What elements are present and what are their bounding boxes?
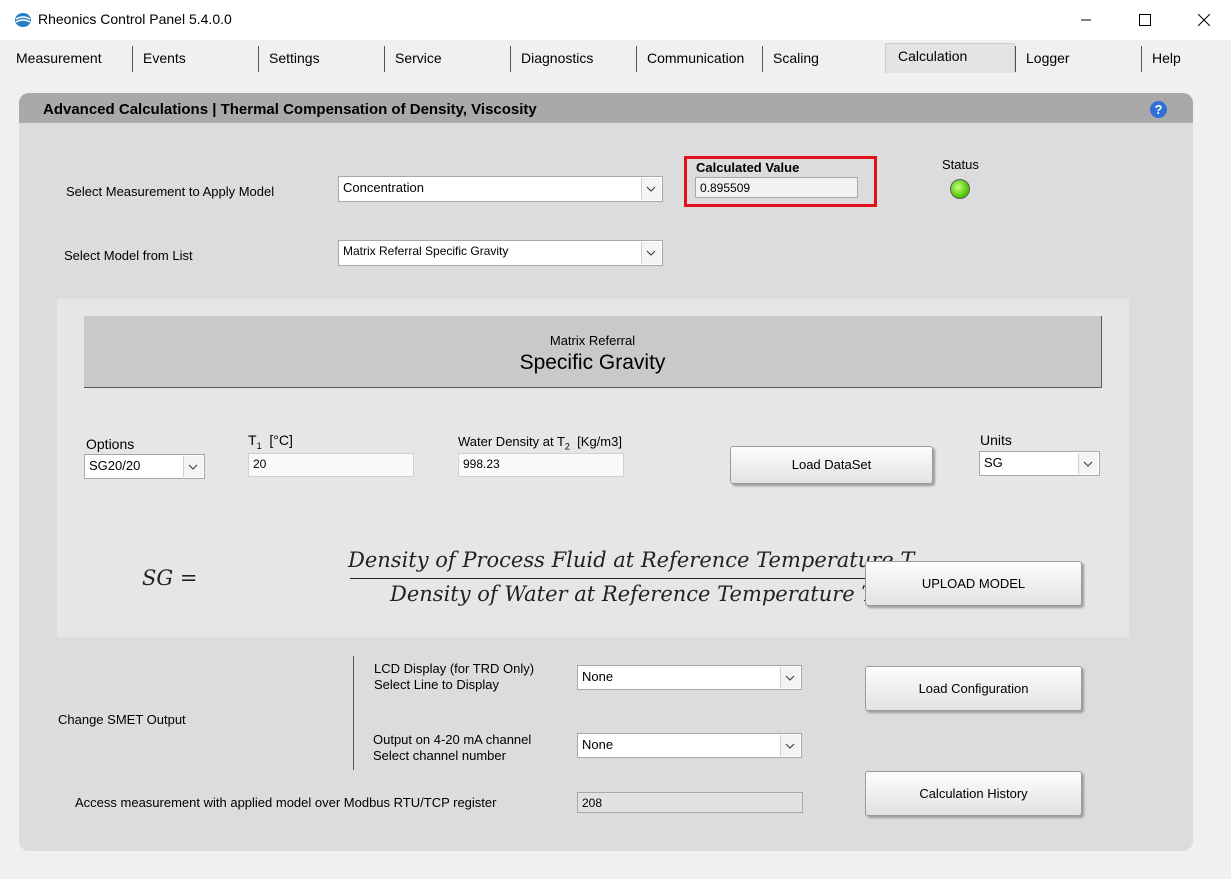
window-title: Rheonics Control Panel 5.4.0.0	[38, 11, 232, 27]
chevron-down-icon[interactable]	[641, 242, 661, 264]
measurement-value: Concentration	[343, 180, 424, 195]
help-icon[interactable]: ?	[1150, 101, 1167, 118]
measurement-label: Select Measurement to Apply Model	[66, 184, 275, 199]
tab-scaling[interactable]: Scaling	[762, 46, 882, 72]
model-value: Matrix Referral Specific Gravity	[343, 244, 509, 258]
maximize-icon	[1139, 14, 1151, 26]
smet-output-label: Change SMET Output	[58, 712, 186, 727]
chevron-down-icon[interactable]	[1078, 453, 1098, 474]
tab-measurement[interactable]: Measurement	[6, 46, 128, 72]
calculation-history-button[interactable]: Calculation History	[865, 771, 1082, 816]
formula-lhs: SG =	[142, 566, 198, 590]
panel-title: Advanced Calculations | Thermal Compensa…	[43, 101, 537, 118]
tab-communication[interactable]: Communication	[636, 46, 758, 72]
title-bar: Rheonics Control Panel 5.4.0.0	[0, 0, 1231, 40]
fraction-bar	[350, 578, 924, 579]
modbus-register-label: Access measurement with applied model ov…	[75, 795, 497, 810]
t1-input[interactable]: 20	[248, 453, 414, 477]
highlight-box	[684, 156, 877, 207]
banner-title: Specific Gravity	[519, 351, 666, 374]
units-label: Units	[980, 432, 1012, 448]
formula-denominator: Density of Water at Reference Temperatur…	[390, 582, 884, 610]
tab-service[interactable]: Service	[384, 46, 506, 72]
output-channel-label: Output on 4-20 mA channel Select channel …	[373, 732, 532, 763]
units-value: SG	[984, 455, 1003, 470]
minimize-button[interactable]	[1063, 0, 1109, 40]
panel-header: Advanced Calculations | Thermal Compensa…	[19, 93, 1193, 123]
tab-calculation[interactable]: Calculation	[885, 43, 1015, 73]
output-channel-select[interactable]: None	[577, 733, 802, 758]
maximize-button[interactable]	[1122, 0, 1168, 40]
model-label: Select Model from List	[64, 248, 193, 263]
tab-help[interactable]: Help	[1141, 46, 1227, 72]
tab-settings[interactable]: Settings	[258, 46, 380, 72]
status-label: Status	[942, 157, 979, 172]
water-density-input[interactable]: 998.23	[458, 453, 624, 477]
model-banner: Matrix Referral Specific Gravity	[84, 316, 1102, 388]
tab-bar: Measurement Events Settings Service Diag…	[0, 40, 1231, 73]
chevron-down-icon[interactable]	[183, 456, 203, 477]
section-divider	[353, 656, 354, 770]
lcd-line-value: None	[582, 669, 614, 684]
units-select[interactable]: SG	[979, 451, 1100, 476]
modbus-register-field: 208	[577, 792, 803, 813]
tab-diagnostics[interactable]: Diagnostics	[510, 46, 632, 72]
close-button[interactable]	[1181, 0, 1227, 40]
options-label: Options	[86, 436, 135, 452]
banner-subtitle: Matrix Referral	[549, 333, 636, 348]
chevron-down-icon[interactable]	[780, 735, 800, 756]
upload-model-button[interactable]: UPLOAD MODEL	[865, 561, 1082, 606]
close-icon	[1198, 14, 1210, 26]
minimize-icon	[1081, 19, 1091, 21]
t1-label: T1 [°C]	[248, 432, 293, 451]
options-select[interactable]: SG20/20	[84, 454, 205, 479]
chevron-down-icon[interactable]	[780, 667, 800, 688]
tab-logger[interactable]: Logger	[1015, 46, 1137, 72]
measurement-select[interactable]: Concentration	[338, 176, 663, 202]
model-select[interactable]: Matrix Referral Specific Gravity	[338, 240, 663, 266]
formula-numerator: Density of Process Fluid at Reference Te…	[348, 548, 923, 576]
load-dataset-button[interactable]: Load DataSet	[730, 446, 933, 484]
status-led	[950, 179, 970, 199]
lcd-line-select[interactable]: None	[577, 665, 802, 690]
lcd-display-label: LCD Display (for TRD Only) Select Line to…	[374, 661, 535, 692]
water-density-label: Water Density at T2 [Kg/m3]	[458, 434, 622, 452]
app-logo-icon	[14, 12, 32, 28]
output-channel-value: None	[582, 737, 614, 752]
options-value: SG20/20	[89, 458, 141, 473]
chevron-down-icon[interactable]	[641, 178, 661, 200]
tab-events[interactable]: Events	[132, 46, 254, 72]
load-configuration-button[interactable]: Load Configuration	[865, 666, 1082, 711]
